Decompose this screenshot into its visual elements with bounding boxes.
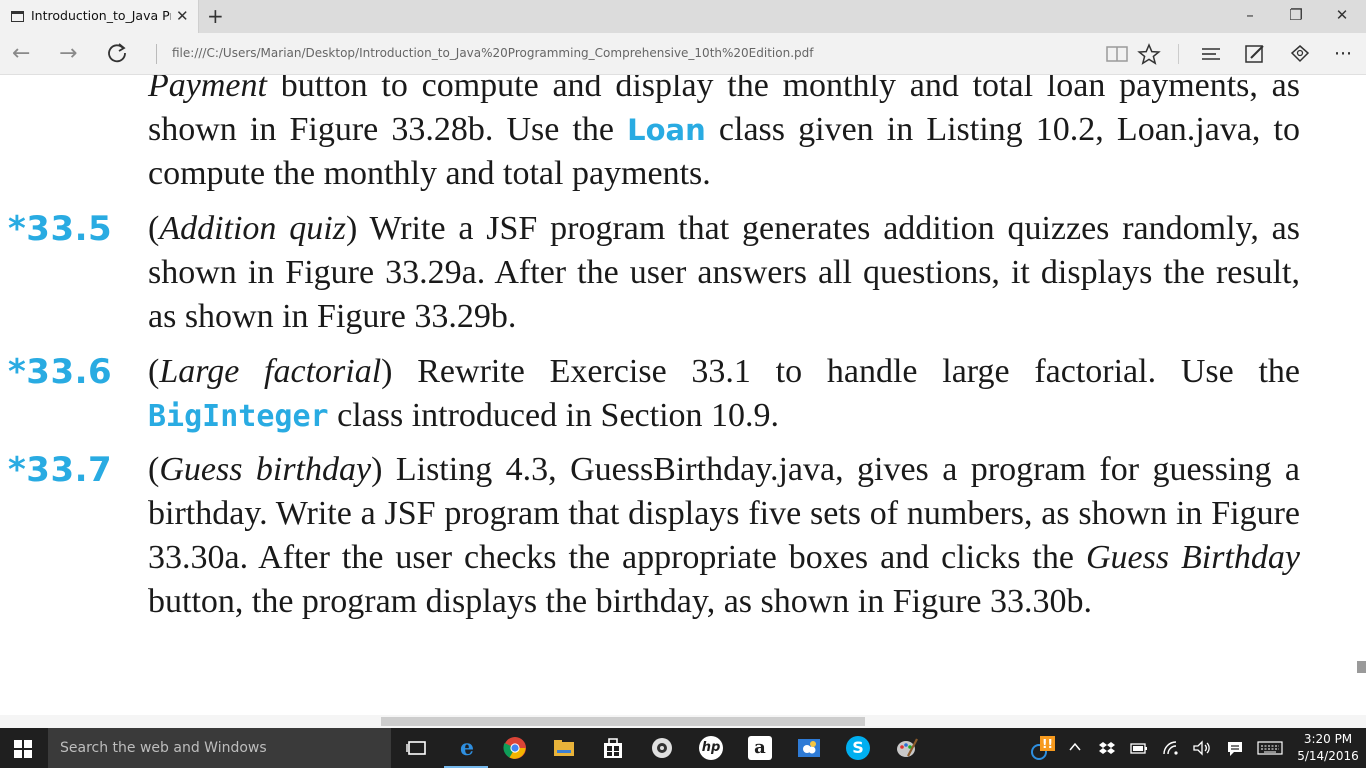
exercise-title: Addition quiz [159,210,346,247]
taskbar-search[interactable]: Search the web and Windows [48,728,391,768]
browser-tab[interactable]: Introduction_to_Java Prc ✕ [0,0,199,33]
clock-time: 3:20 PM [1303,732,1353,746]
exercise-text: (Addition quiz) Write a JSF program that… [148,207,1300,339]
amazon-icon[interactable]: a [748,736,772,760]
task-view-icon[interactable] [405,736,429,760]
reading-view-icon[interactable] [1104,43,1130,65]
favorite-star-icon[interactable] [1136,43,1162,65]
paint-icon[interactable] [895,736,919,760]
action-center-icon[interactable] [1226,740,1244,758]
paren: ( [148,353,160,390]
exercise-body: ) Rewrite Exercise 33.1 to handle large … [381,353,1301,390]
guess-birthday-term: Guess Birthday [1085,539,1300,576]
pdf-page: Payment button to compute and display th… [0,75,1354,715]
dropbox-icon[interactable] [1099,740,1115,756]
exercise-text: (Guess birthday) Listing 4.3, GuessBirth… [148,448,1300,624]
search-placeholder: Search the web and Windows [60,740,267,756]
exercise-text: (Large factorial) Rewrite Exercise 33.1 … [148,350,1300,439]
edge-icon[interactable]: e [455,736,479,760]
windows-logo-icon [14,750,22,758]
exercise-number: *33.7 [8,450,113,490]
tab-page-icon [11,11,24,22]
intro-paragraph: Payment button to compute and display th… [148,75,1300,196]
paren: ( [148,451,160,488]
vertical-scrollbar[interactable] [1354,75,1366,715]
chevron-up-icon[interactable] [1068,740,1082,754]
close-window-button[interactable]: ✕ [1322,6,1362,24]
new-tab-button[interactable]: + [207,4,224,28]
windows-taskbar: Search the web and Windows e hp a S !! 3… [0,728,1366,768]
exercise-body-2: button, the program displays the birthda… [148,583,1093,620]
web-note-icon[interactable] [1242,43,1268,65]
volume-icon[interactable] [1192,740,1212,756]
more-icon[interactable]: ··· [1330,43,1356,65]
tab-close-icon[interactable]: ✕ [176,7,189,25]
hp-icon[interactable]: hp [699,736,723,760]
windows-logo-icon [24,750,32,758]
share-icon[interactable] [1287,43,1313,65]
keyboard-icon[interactable] [1257,740,1283,756]
notification-alert-icon[interactable]: !! [1030,736,1058,762]
url-field[interactable]: file:///C:/Users/Marian/Desktop/Introduc… [172,46,813,60]
loan-code: Loan [627,113,706,147]
tab-bar: Introduction_to_Java Prc ✕ + – ❐ ✕ [0,0,1366,33]
svg-text:!!: !! [1042,737,1053,751]
exercise-number: *33.6 [8,352,113,392]
media-player-icon[interactable] [650,736,674,760]
exercise-number: *33.5 [8,209,113,249]
skype-icon[interactable]: S [846,736,870,760]
back-button[interactable]: ← [12,41,30,66]
file-explorer-icon[interactable] [552,736,576,760]
battery-icon[interactable] [1130,740,1148,756]
forward-button[interactable]: → [59,41,77,66]
windows-logo-icon [14,740,22,748]
toolbar-divider [1178,44,1179,64]
chrome-icon[interactable] [503,736,527,760]
paren: ( [148,210,160,247]
start-button[interactable] [14,740,32,758]
address-bar: ← → file:///C:/Users/Marian/Desktop/Intr… [0,33,1366,75]
wifi-icon[interactable] [1162,740,1180,756]
restore-button[interactable]: ❐ [1276,6,1316,24]
exercise-body-2: class introduced in Section 10.9. [328,397,780,434]
minimize-button[interactable]: – [1230,6,1270,24]
clock-date: 5/14/2016 [1297,749,1359,763]
hub-icon[interactable] [1198,43,1224,65]
exercise-title: Large factorial [159,353,382,390]
address-divider [156,44,157,64]
store-icon[interactable] [601,736,625,760]
vertical-scroll-thumb[interactable] [1357,661,1366,673]
refresh-icon[interactable] [106,42,128,64]
tab-title: Introduction_to_Java Prc [31,8,171,23]
horizontal-scroll-thumb[interactable] [381,717,865,726]
biginteger-code: BigInteger [148,399,329,434]
payment-term: Payment [148,75,267,104]
weather-icon[interactable] [797,736,821,760]
system-clock[interactable]: 3:20 PM 5/14/2016 [1296,731,1360,765]
horizontal-scrollbar[interactable] [0,715,1366,728]
exercise-title: Guess birthday [159,451,372,488]
windows-logo-icon [24,740,32,748]
